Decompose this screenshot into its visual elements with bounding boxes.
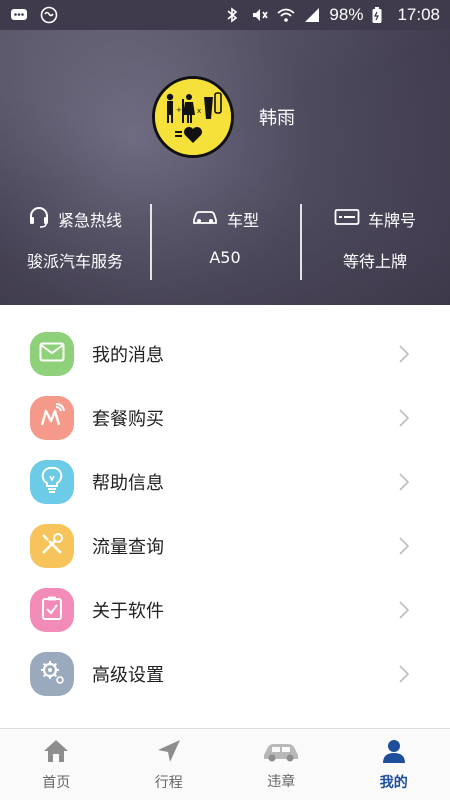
- chevron-right-icon: [398, 600, 410, 620]
- status-bar: 98% 17:08: [0, 0, 450, 30]
- mail-icon: [39, 342, 65, 366]
- info-plate-value: 等待上牌: [342, 252, 407, 271]
- battery-percent: 98%: [329, 5, 364, 24]
- menu-item-settings[interactable]: 高级设置: [0, 642, 450, 706]
- tools-icon: [39, 531, 65, 561]
- nav-home-label: 首页: [42, 774, 71, 791]
- nav-violations[interactable]: 违章: [225, 729, 338, 800]
- signal-icon: [303, 6, 321, 24]
- bluetooth-icon: [225, 6, 243, 24]
- navigation-icon: [156, 738, 182, 768]
- menu-list: 我的消息 套餐购买 帮助信息 流量查询 关于软件 高级设置: [0, 322, 450, 706]
- svg-text:x: x: [197, 107, 201, 115]
- info-plate-label: 车牌号: [367, 211, 416, 230]
- menu-item-data-usage[interactable]: 流量查询: [0, 514, 450, 578]
- status-right: 98% 17:08: [225, 5, 440, 25]
- avatar[interactable]: + x: [152, 76, 234, 158]
- nav-trips-label: 行程: [154, 774, 183, 791]
- nav-home[interactable]: 首页: [0, 729, 113, 800]
- menu-item-about[interactable]: 关于软件: [0, 578, 450, 642]
- nav-trips[interactable]: 行程: [113, 729, 226, 800]
- menu-icon-bg: [30, 652, 74, 696]
- info-row: 紧急热线 骏派汽车服务 车型 A50 车牌号 等待上牌: [0, 204, 450, 281]
- chevron-right-icon: [398, 664, 410, 684]
- nav-me-label: 我的: [379, 774, 408, 791]
- menu-item-help[interactable]: 帮助信息: [0, 450, 450, 514]
- person-icon: [381, 738, 407, 768]
- clipboard-icon: [41, 595, 63, 625]
- bottom-nav: 首页 行程 违章 我的: [0, 728, 450, 800]
- user-name: 韩雨: [259, 108, 295, 129]
- nav-violations-label: 违章: [267, 773, 296, 790]
- info-model-label: 车型: [226, 211, 259, 230]
- info-model-value: A50: [209, 248, 241, 267]
- battery-icon: [371, 6, 389, 24]
- app-icon: [40, 6, 58, 24]
- menu-label-help: 帮助信息: [92, 473, 164, 494]
- home-icon: [42, 738, 70, 768]
- chat-icon: [10, 6, 28, 24]
- gear-icon: [39, 659, 65, 689]
- menu-icon-bg: [30, 588, 74, 632]
- chevron-right-icon: [398, 536, 410, 556]
- menu-label-about: 关于软件: [92, 601, 164, 622]
- chevron-right-icon: [398, 344, 410, 364]
- menu-label-settings: 高级设置: [92, 665, 164, 686]
- info-hotline-label: 紧急热线: [57, 211, 122, 230]
- menu-label-data-usage: 流量查询: [92, 537, 164, 558]
- info-model-title: 车型: [150, 206, 300, 232]
- menu-icon-bg: [30, 396, 74, 440]
- avatar-image: + x: [155, 79, 231, 155]
- car-icon: [260, 739, 302, 767]
- svg-text:+: +: [176, 106, 182, 114]
- menu-icon-bg: [30, 524, 74, 568]
- info-model[interactable]: 车型 A50: [150, 204, 300, 281]
- nav-me[interactable]: 我的: [338, 729, 450, 800]
- package-icon: [38, 403, 66, 433]
- menu-item-package[interactable]: 套餐购买: [0, 386, 450, 450]
- info-hotline[interactable]: 紧急热线 骏派汽车服务: [0, 206, 150, 281]
- profile-header: + x 韩雨 紧急热线 骏派汽车服务 车型 A50 车牌号 等待上牌: [0, 30, 450, 305]
- chevron-right-icon: [398, 472, 410, 492]
- mute-icon: [251, 6, 269, 24]
- status-time: 17:08: [397, 5, 440, 24]
- car-icon: [191, 207, 219, 231]
- menu-icon-bg: [30, 460, 74, 504]
- menu-icon-bg: [30, 332, 74, 376]
- status-left: [10, 6, 58, 24]
- menu-label-messages: 我的消息: [92, 345, 164, 366]
- menu-item-messages[interactable]: 我的消息: [0, 322, 450, 386]
- license-plate-icon: [334, 208, 360, 230]
- headset-icon: [28, 206, 50, 232]
- wifi-icon: [277, 6, 296, 24]
- info-hotline-value: 骏派汽车服务: [26, 252, 123, 271]
- info-plate[interactable]: 车牌号 等待上牌: [300, 204, 450, 281]
- chevron-right-icon: [398, 408, 410, 428]
- info-hotline-title: 紧急热线: [0, 206, 150, 232]
- menu-label-package: 套餐购买: [92, 409, 164, 430]
- lightbulb-icon: [41, 466, 63, 498]
- info-plate-title: 车牌号: [300, 206, 450, 232]
